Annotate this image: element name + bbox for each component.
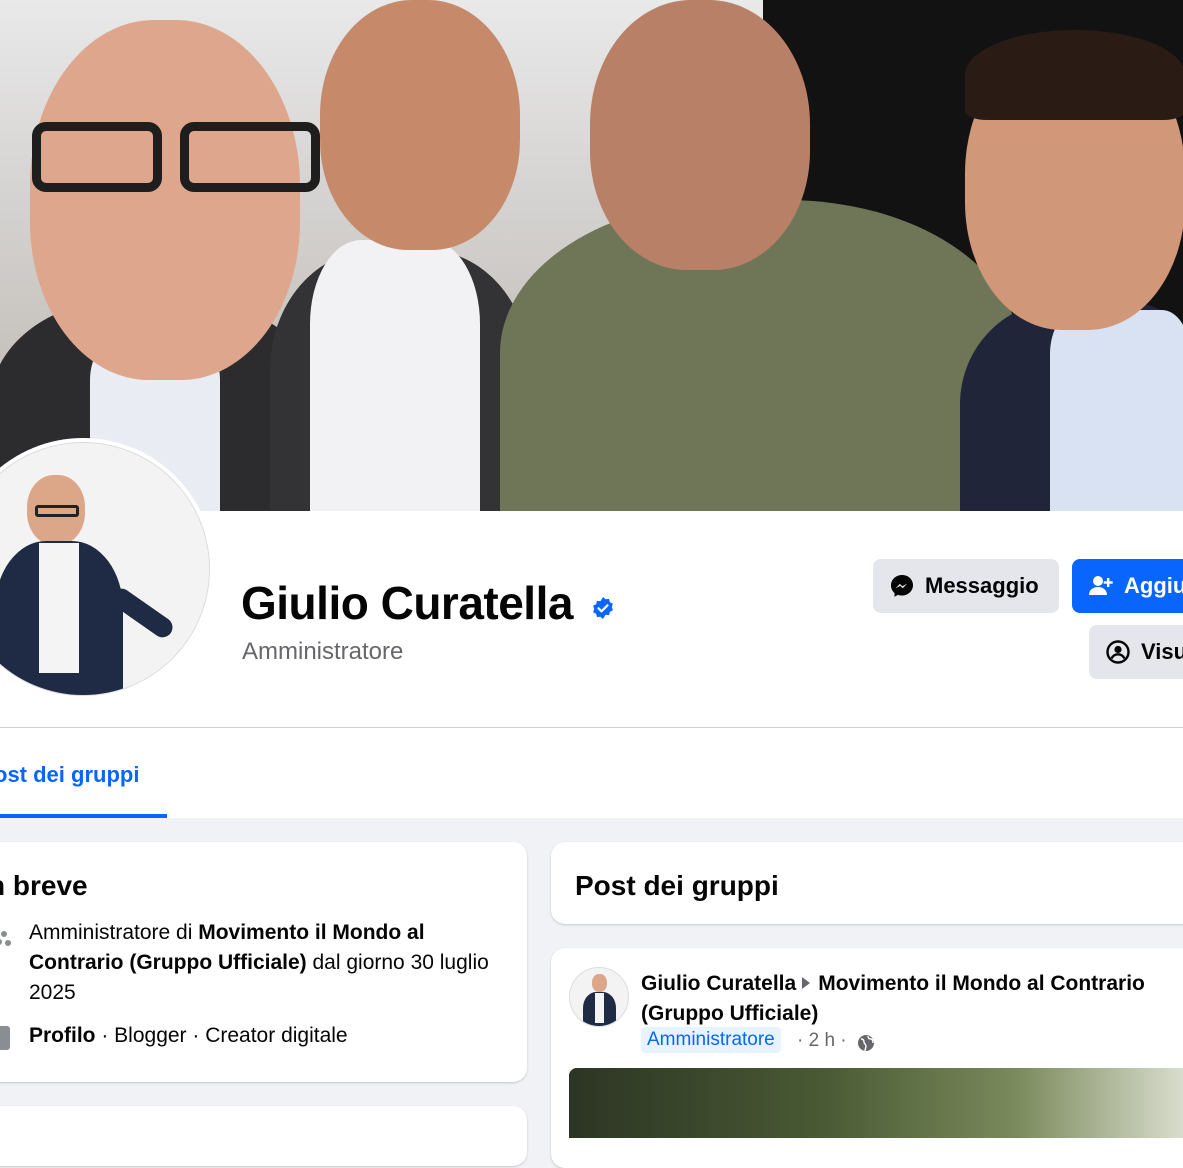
category-icon bbox=[0, 1026, 10, 1050]
group-posts-title: Post dei gruppi bbox=[575, 870, 779, 901]
next-card bbox=[0, 1106, 527, 1166]
cover-person-2-shirt bbox=[310, 240, 480, 511]
view-profile-button[interactable]: Visu bbox=[1089, 625, 1183, 679]
profile-role: Amministratore bbox=[242, 638, 404, 665]
header-divider bbox=[0, 727, 1183, 728]
intro-profile-label: Profilo bbox=[29, 1024, 96, 1047]
view-profile-icon bbox=[1106, 640, 1130, 664]
post-author-avatar[interactable] bbox=[569, 967, 629, 1027]
intro-category-text: Profilo · Blogger · Creator digitale bbox=[29, 1024, 348, 1048]
post-author-link[interactable]: Giulio Curatella bbox=[641, 972, 796, 995]
post-timestamp[interactable]: · 2 h · bbox=[797, 1030, 847, 1052]
groups-icon bbox=[0, 931, 11, 946]
add-friend-button[interactable]: Aggiu bbox=[1072, 559, 1183, 613]
post-image[interactable] bbox=[569, 1068, 1183, 1138]
verified-badge-icon bbox=[593, 597, 613, 619]
messenger-icon bbox=[891, 575, 913, 597]
intro-profile-rest: · Blogger · Creator digitale bbox=[95, 1024, 348, 1047]
intro-admin-text: Amministratore di Movimento il Mondo al … bbox=[29, 918, 499, 1008]
cover-person-3-head bbox=[590, 0, 810, 270]
cover-glasses bbox=[30, 118, 330, 200]
cover-person-4-shirt bbox=[1050, 310, 1183, 511]
profile-name: Giulio Curatella bbox=[241, 577, 573, 629]
cover-photo[interactable] bbox=[0, 0, 1183, 511]
intro-title: n breve bbox=[0, 870, 88, 901]
post-header-title: Giulio Curatella Movimento il Mondo al Co… bbox=[641, 969, 1183, 1029]
message-button[interactable]: Messaggio bbox=[873, 559, 1059, 613]
post-arrow-icon bbox=[802, 977, 811, 990]
cover-person-4-hair bbox=[965, 30, 1183, 120]
intro-admin-prefix: Amministratore di bbox=[29, 921, 199, 944]
message-button-label: Messaggio bbox=[925, 573, 1039, 598]
post-admin-badge: Amministratore bbox=[641, 1027, 781, 1053]
tab-group-posts[interactable]: ost dei gruppi bbox=[0, 762, 139, 788]
cover-person-2-head bbox=[320, 0, 520, 250]
add-friend-icon bbox=[1089, 576, 1113, 595]
globe-icon bbox=[858, 1035, 874, 1052]
add-friend-button-label: Aggiu bbox=[1124, 573, 1183, 598]
view-profile-button-label: Visu bbox=[1141, 639, 1183, 664]
cover-person-1-head bbox=[30, 20, 300, 380]
tab-active-indicator bbox=[0, 814, 167, 818]
